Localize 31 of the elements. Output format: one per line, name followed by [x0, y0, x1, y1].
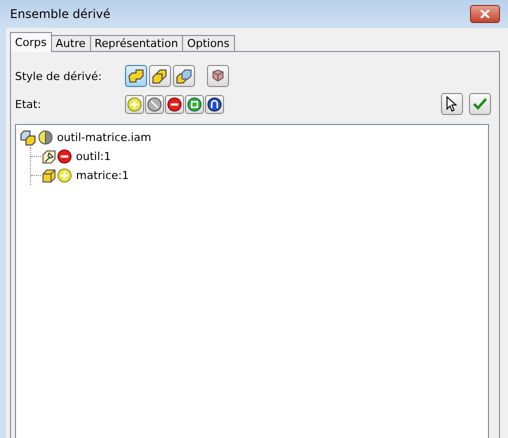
close-button[interactable]	[470, 5, 500, 23]
pin-cube-icon	[41, 148, 57, 164]
state-button[interactable]	[145, 94, 164, 114]
half-circle-icon	[38, 130, 53, 145]
state-button[interactable]	[165, 94, 184, 114]
tab[interactable]: Options	[182, 35, 235, 52]
style-button[interactable]	[207, 65, 229, 87]
cubes-icon	[152, 68, 168, 84]
style-button[interactable]	[173, 65, 195, 87]
state-button[interactable]	[205, 94, 224, 114]
cubes-icon	[128, 68, 144, 84]
tree-item[interactable]: matrice:1	[76, 169, 129, 182]
check-icon	[473, 98, 487, 110]
style-button[interactable]	[149, 65, 171, 87]
plus-circle-icon	[57, 168, 72, 183]
state-label: Etat:	[15, 98, 42, 110]
ok-button[interactable]	[469, 93, 491, 115]
cursor-icon	[446, 96, 458, 112]
select-button[interactable]	[441, 93, 463, 115]
tab[interactable]: Représentation	[90, 35, 184, 52]
style-button[interactable]	[125, 65, 147, 87]
tree-item[interactable]: outil-matrice.iam	[57, 131, 152, 144]
minus-circle-icon	[57, 149, 72, 164]
assembly-icon	[20, 130, 38, 146]
tab[interactable]: Corps	[10, 32, 52, 52]
state-button[interactable]	[185, 94, 204, 114]
tree-item[interactable]: outil:1	[76, 150, 111, 163]
derive-style-label: Style de dérivé:	[15, 70, 103, 82]
tab[interactable]: Autre	[50, 35, 91, 52]
close-icon	[480, 10, 490, 18]
window-title: Ensemble dérivé	[10, 7, 110, 21]
